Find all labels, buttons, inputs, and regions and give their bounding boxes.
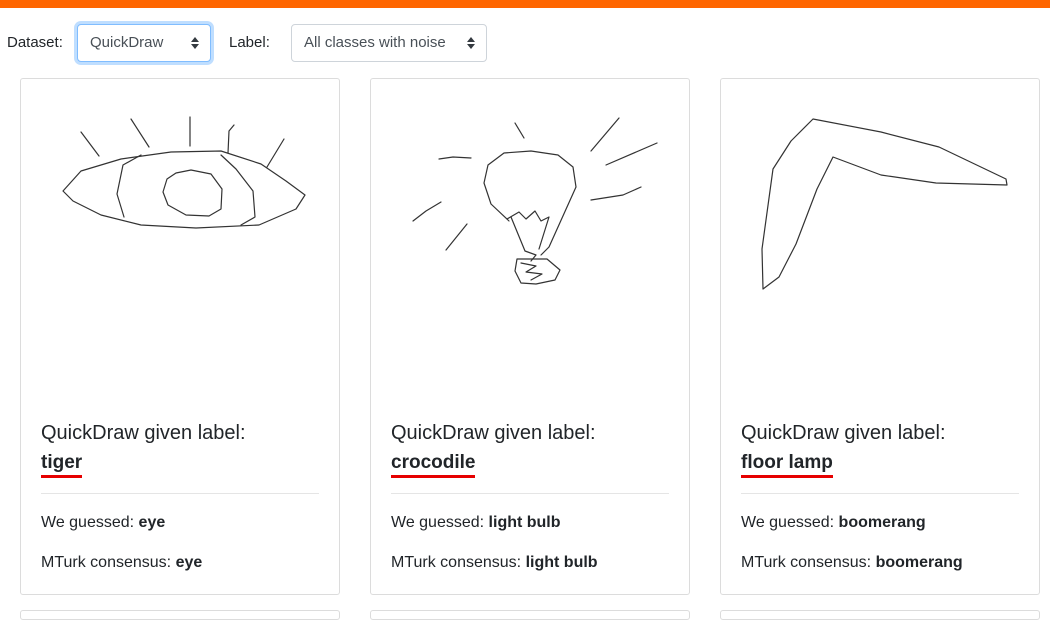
image-card: QuickDraw given label: floor lamp We gue… (720, 78, 1040, 595)
light-bulb-sketch-image (412, 117, 658, 285)
label-select-value: All classes with noise (304, 34, 446, 51)
top-accent-bar (0, 0, 1050, 8)
guess-line: We guessed: eye (41, 514, 165, 532)
filter-bar: Dataset: QuickDraw Label: All classes wi… (0, 24, 1050, 62)
dataset-select[interactable]: QuickDraw (77, 24, 211, 62)
label-filter-label: Label: (229, 34, 270, 51)
given-label-value: floor lamp (741, 452, 833, 478)
next-row-card (720, 610, 1040, 620)
eye-sketch-image (62, 116, 306, 229)
next-row-card (370, 610, 690, 620)
guess-prefix: We guessed: (41, 514, 135, 531)
mturk-line: MTurk consensus: light bulb (391, 554, 598, 572)
select-arrows-icon (191, 36, 199, 50)
next-row-card (20, 610, 340, 620)
guess-value: boomerang (838, 514, 926, 531)
mturk-prefix: MTurk consensus: (391, 554, 522, 571)
guess-prefix: We guessed: (391, 514, 485, 531)
dataset-label: Dataset: (7, 34, 63, 51)
guess-line: We guessed: light bulb (391, 514, 561, 532)
guess-prefix: We guessed: (741, 514, 835, 531)
given-label-heading: QuickDraw given label: (41, 422, 246, 444)
guess-value: light bulb (488, 514, 561, 531)
mturk-line: MTurk consensus: boomerang (741, 554, 963, 572)
mturk-line: MTurk consensus: eye (41, 554, 202, 572)
given-label-value: crocodile (391, 452, 476, 478)
mturk-prefix: MTurk consensus: (41, 554, 172, 571)
image-card: QuickDraw given label: tiger We guessed:… (20, 78, 340, 595)
mturk-value: light bulb (525, 554, 598, 571)
mturk-prefix: MTurk consensus: (741, 554, 872, 571)
guess-line: We guessed: boomerang (741, 514, 926, 532)
mturk-value: boomerang (875, 554, 963, 571)
given-label-heading: QuickDraw given label: (741, 422, 946, 444)
image-card: QuickDraw given label: crocodile We gues… (370, 78, 690, 595)
divider (391, 493, 669, 494)
boomerang-sketch-image (761, 118, 1008, 290)
mturk-value: eye (175, 554, 203, 571)
given-label-heading: QuickDraw given label: (391, 422, 596, 444)
label-select[interactable]: All classes with noise (291, 24, 487, 62)
guess-value: eye (138, 514, 166, 531)
given-label-value: tiger (41, 452, 83, 478)
divider (741, 493, 1019, 494)
select-arrows-icon (467, 36, 475, 50)
dataset-select-value: QuickDraw (90, 34, 164, 51)
divider (41, 493, 319, 494)
